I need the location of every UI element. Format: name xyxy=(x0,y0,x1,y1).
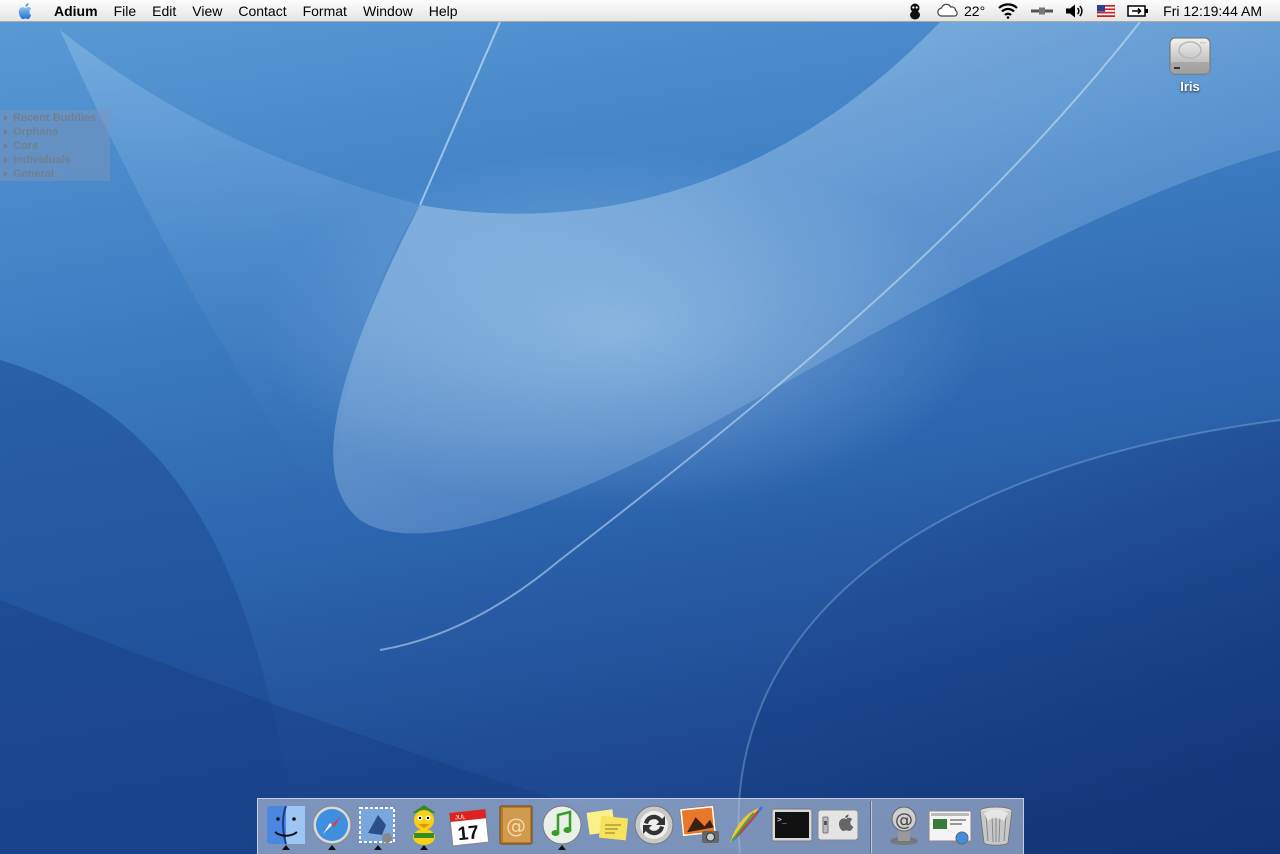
menu-contact[interactable]: Contact xyxy=(230,0,294,22)
ical-month: JUL xyxy=(455,814,467,821)
hard-drive-icon xyxy=(1169,37,1211,75)
menu-view[interactable]: View xyxy=(184,0,230,22)
trash-icon xyxy=(979,806,1013,846)
disclosure-triangle-icon xyxy=(4,143,8,149)
disclosure-triangle-icon xyxy=(4,171,8,177)
drive-label: Iris xyxy=(1180,79,1200,94)
address-book-icon: @ xyxy=(499,805,533,845)
weather-menu[interactable]: 22° xyxy=(930,0,991,22)
screenshot-doc-icon xyxy=(928,810,972,845)
iphoto-icon xyxy=(679,804,719,843)
battery-icon xyxy=(1127,5,1149,17)
buddy-group-row[interactable]: Recent Buddies xyxy=(0,111,110,125)
dock: JUL 17 @ >_ @ xyxy=(257,798,1024,854)
aqua-wallpaper xyxy=(0,21,1280,854)
desktop-drive-iris[interactable]: Iris xyxy=(1162,32,1218,94)
running-indicator xyxy=(420,845,428,850)
battery-menu[interactable] xyxy=(1121,0,1155,22)
stickies-icon xyxy=(586,809,629,841)
volume-menu[interactable] xyxy=(1059,0,1091,22)
ical-icon: JUL 17 xyxy=(448,808,490,847)
disclosure-triangle-icon xyxy=(4,115,8,121)
adium-duck-icon xyxy=(412,805,436,845)
system-preferences-icon xyxy=(817,809,859,841)
buddy-group-label: Recent Buddies xyxy=(13,112,97,124)
running-indicator xyxy=(374,845,382,850)
menu-bar: Adium File Edit View Contact Format Wind… xyxy=(0,0,1280,22)
mail-stack-icon: @ xyxy=(890,806,918,845)
disclosure-triangle-icon xyxy=(4,157,8,163)
menu-file[interactable]: File xyxy=(106,0,145,22)
menu-window[interactable]: Window xyxy=(355,0,421,22)
terminal-icon: >_ xyxy=(771,808,813,842)
menu-app-adium[interactable]: Adium xyxy=(48,0,106,22)
dock-safari[interactable] xyxy=(310,803,354,850)
disclosure-triangle-icon xyxy=(4,129,8,135)
dock-mail[interactable] xyxy=(356,803,400,850)
adium-status-menu[interactable] xyxy=(900,0,930,22)
svg-text:@: @ xyxy=(506,814,526,838)
dock-itunes[interactable] xyxy=(540,803,584,850)
dock-stickies[interactable] xyxy=(586,803,630,847)
buddy-group-label: General xyxy=(13,168,54,180)
weather-temp: 22° xyxy=(964,3,986,19)
us-flag-icon xyxy=(1097,5,1116,17)
menu-extras: 22° Fri 12:19:44 AM xyxy=(900,0,1280,22)
buddy-group-row[interactable]: Core xyxy=(0,139,110,153)
buddy-group-row[interactable]: Orphans xyxy=(0,125,110,139)
quill-app-icon xyxy=(730,806,764,843)
running-indicator xyxy=(328,845,336,850)
dock-ical[interactable]: JUL 17 xyxy=(448,803,492,847)
dock-system-preferences[interactable] xyxy=(816,803,860,847)
weather-icon xyxy=(937,3,958,17)
dock-address-book[interactable]: @ xyxy=(494,803,538,847)
running-indicator xyxy=(558,845,566,850)
displays-menu[interactable] xyxy=(1025,0,1059,22)
dock-finder[interactable] xyxy=(264,803,308,850)
dock-terminal[interactable]: >_ xyxy=(770,803,814,847)
finder-icon xyxy=(267,805,305,845)
safari-icon xyxy=(312,805,352,845)
running-indicator xyxy=(282,845,290,850)
dock-adium[interactable] xyxy=(402,803,446,850)
ical-day: 17 xyxy=(457,822,480,845)
dock-mail-stack[interactable]: @ xyxy=(882,803,926,847)
wifi-menu[interactable] xyxy=(991,0,1025,22)
buddy-group-row[interactable]: General xyxy=(0,167,110,181)
buddy-group-label: Core xyxy=(13,140,39,152)
volume-icon xyxy=(1066,4,1083,18)
dock-separator xyxy=(870,801,871,853)
dock-isync[interactable] xyxy=(632,803,676,847)
buddy-group-row[interactable]: Individuals xyxy=(0,153,110,167)
wifi-icon xyxy=(998,3,1018,19)
menu-edit[interactable]: Edit xyxy=(144,0,184,22)
input-menu[interactable] xyxy=(1091,0,1121,22)
desktop[interactable]: Adium File Edit View Contact Format Wind… xyxy=(0,0,1280,854)
dock-screenshot-doc[interactable] xyxy=(928,803,972,847)
apple-menu-icon[interactable] xyxy=(16,1,36,21)
itunes-icon xyxy=(542,805,582,845)
adium-status-icon xyxy=(910,3,920,20)
dock-iphoto[interactable] xyxy=(678,803,722,847)
displays-icon xyxy=(1031,7,1054,15)
buddy-group-label: Individuals xyxy=(13,154,71,166)
mail-icon xyxy=(359,807,395,843)
buddy-group-label: Orphans xyxy=(13,126,59,138)
svg-text:>_: >_ xyxy=(777,815,787,824)
menubar-clock[interactable]: Fri 12:19:44 AM xyxy=(1155,0,1280,22)
adium-contact-list[interactable]: Recent Buddies Orphans Core Individuals … xyxy=(0,110,110,181)
isync-icon xyxy=(634,805,674,845)
svg-text:@: @ xyxy=(895,810,913,831)
dock-trash[interactable] xyxy=(974,803,1018,847)
menu-format[interactable]: Format xyxy=(295,0,355,22)
dock-quill-app[interactable] xyxy=(724,803,768,847)
menu-help[interactable]: Help xyxy=(421,0,466,22)
